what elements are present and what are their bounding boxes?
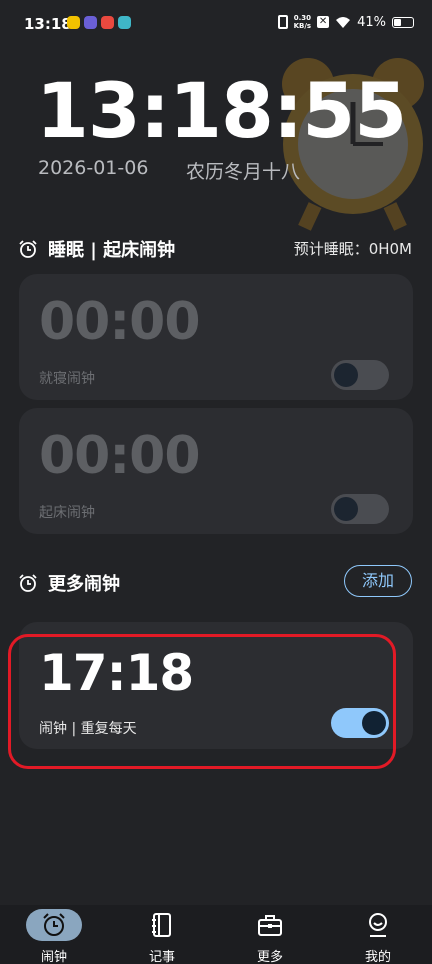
status-time: 13:18 — [24, 15, 72, 33]
profile-icon — [369, 913, 387, 937]
nav-item-alarm[interactable]: 闹钟 — [9, 905, 99, 964]
app-notification-icon — [67, 16, 80, 29]
nav-icon-container — [242, 909, 298, 941]
bedtime-alarm-card[interactable]: 00:00 就寝闹钟 — [19, 274, 413, 400]
battery-percent: 41% — [357, 14, 386, 30]
alarm-clock-icon — [43, 913, 65, 936]
add-alarm-button[interactable]: 添加 — [344, 565, 412, 597]
network-speed-value: 0.30 — [293, 14, 311, 22]
alarm-screen: 13:18 0.30 KB/s ✕ 41% 13:18:55 2026-01-0… — [0, 0, 432, 964]
lunar-date: 农历冬月十八 — [186, 161, 301, 183]
battery-icon — [392, 16, 414, 28]
vibrate-icon — [277, 15, 288, 29]
toolbox-icon — [258, 915, 282, 936]
no-sim-icon: ✕ — [317, 16, 330, 28]
wakeup-alarm-time: 00:00 — [39, 426, 201, 486]
battery-fill — [394, 18, 401, 26]
status-bar: 13:18 0.30 KB/s ✕ 41% — [0, 0, 432, 48]
wakeup-alarm-card[interactable]: 00:00 起床闹钟 — [19, 408, 413, 534]
nav-label-more: 更多 — [256, 950, 283, 964]
app-notification-icon — [118, 16, 131, 29]
nav-item-notes[interactable]: 记事 — [117, 905, 207, 964]
bedtime-alarm-toggle[interactable] — [331, 360, 389, 390]
current-time: 13:18:55 — [36, 66, 407, 155]
bedtime-alarm-label: 就寝闹钟 — [39, 371, 95, 387]
nav-icon-container — [26, 909, 82, 941]
current-date: 2026-01-06 — [38, 157, 149, 179]
more-alarms-header: 更多闹钟 — [18, 570, 120, 596]
network-speed-unit: KB/s — [293, 22, 312, 30]
app-notification-icon — [101, 16, 114, 29]
highlight-box — [8, 634, 396, 769]
toggle-knob — [334, 497, 358, 521]
sleep-section-header: 睡眠 | 起床闹钟 — [18, 236, 175, 262]
app-notification-icon — [84, 16, 97, 29]
nav-item-more[interactable]: 更多 — [225, 905, 315, 964]
alarm-icon — [19, 240, 37, 258]
nav-icon-container — [134, 909, 190, 941]
wakeup-alarm-toggle[interactable] — [331, 494, 389, 524]
alarm-icon — [19, 574, 37, 592]
nav-label-notes: 记事 — [148, 950, 175, 964]
network-speed: 0.30 KB/s — [294, 14, 311, 30]
bottom-navigation: 闹钟 记事 更多 我的 — [0, 905, 432, 964]
wakeup-alarm-label: 起床闹钟 — [39, 505, 95, 521]
toggle-knob — [334, 363, 358, 387]
sleep-section-title: 睡眠 | 起床闹钟 — [48, 240, 176, 261]
nav-item-profile[interactable]: 我的 — [333, 905, 423, 964]
sleep-estimate: 预计睡眠：0H0M — [293, 240, 412, 258]
nav-icon-container — [350, 909, 406, 941]
wifi-icon — [336, 16, 351, 28]
bedtime-alarm-time: 00:00 — [39, 292, 201, 352]
nav-label-profile: 我的 — [364, 950, 391, 964]
notification-app-icons — [67, 16, 131, 29]
nav-label-alarm: 闹钟 — [40, 950, 67, 964]
notebook-icon — [152, 913, 171, 937]
status-indicators: 0.30 KB/s ✕ 41% — [277, 14, 414, 30]
more-alarms-title: 更多闹钟 — [48, 574, 120, 595]
